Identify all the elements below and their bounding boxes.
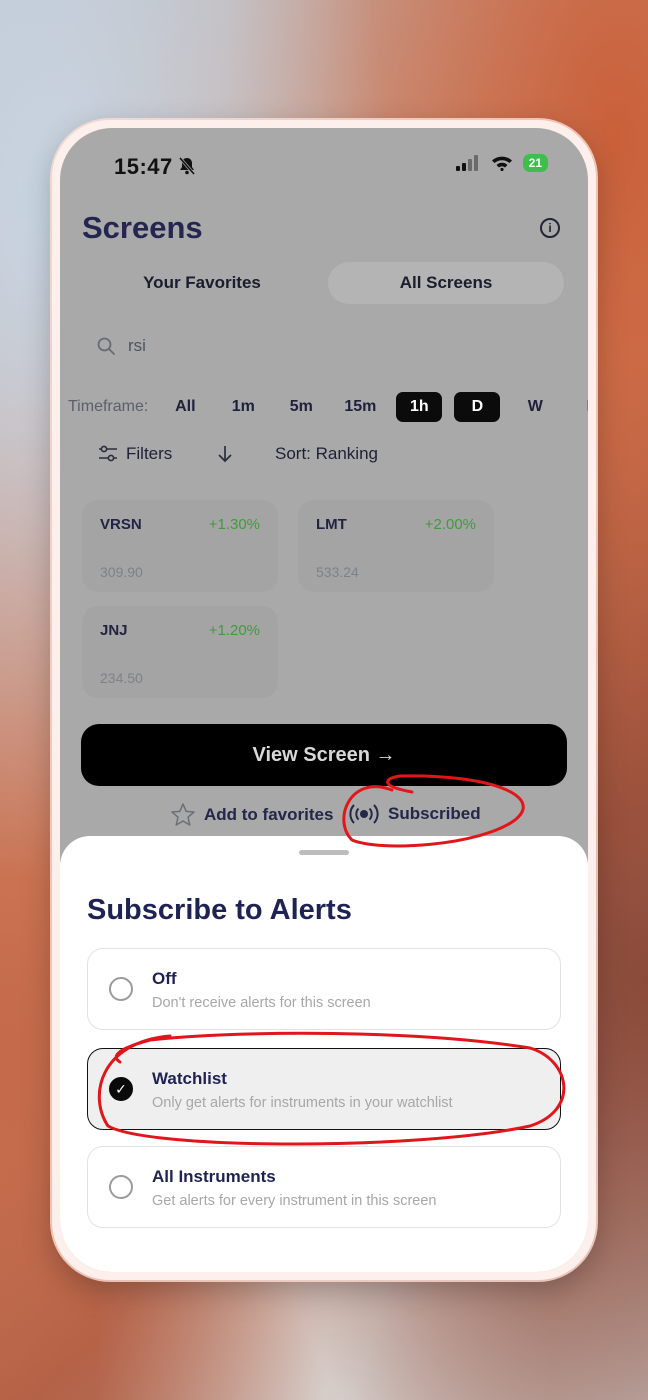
instrument-card[interactable]: VRSN +1.30% 309.90	[82, 500, 278, 592]
option-label: All Instruments	[152, 1167, 276, 1186]
star-icon	[171, 803, 195, 826]
instrument-symbol: VRSN	[100, 516, 142, 533]
option-description: Only get alerts for instruments in your …	[152, 1095, 453, 1111]
search-icon	[97, 337, 115, 355]
info-icon[interactable]: i	[540, 218, 560, 238]
sheet-title: Subscribe to Alerts	[87, 894, 352, 926]
timeframe-row: Timeframe: All 1m 5m 15m 1h D W M	[68, 392, 588, 422]
instrument-price: 234.50	[100, 670, 143, 686]
radio-button[interactable]	[109, 1175, 133, 1199]
instrument-price: 533.24	[316, 564, 359, 580]
timeframe-m[interactable]: M	[570, 392, 588, 422]
option-description: Don't receive alerts for this screen	[152, 995, 371, 1011]
instrument-card[interactable]: LMT +2.00% 533.24	[298, 500, 494, 592]
option-label: Watchlist	[152, 1069, 227, 1088]
timeframe-d[interactable]: D	[454, 392, 501, 422]
instrument-symbol: JNJ	[100, 622, 128, 639]
radio-button[interactable]	[109, 977, 133, 1001]
broadcast-icon	[349, 804, 379, 824]
check-icon[interactable]: ✓	[109, 1077, 133, 1101]
view-screen-button[interactable]: View Screen →	[81, 724, 567, 786]
timeframe-1m[interactable]: 1m	[220, 392, 266, 422]
instrument-card[interactable]: JNJ +1.20% 234.50	[82, 606, 278, 698]
battery-indicator: 21	[522, 154, 548, 172]
timeframe-all[interactable]: All	[162, 392, 208, 422]
timeframe-label: Timeframe:	[68, 398, 149, 415]
signal-icon	[455, 155, 478, 171]
phone-screen: 15:47 21 Screens i Your Favorites All Sc…	[60, 128, 588, 1272]
timeframe-1h[interactable]: 1h	[396, 392, 443, 422]
alert-option-off[interactable]: Off Don't receive alerts for this screen	[87, 948, 561, 1030]
instrument-price: 309.90	[100, 564, 143, 580]
wifi-icon	[491, 156, 512, 171]
filters-button[interactable]: Filters	[98, 444, 172, 464]
instrument-symbol: LMT	[316, 516, 347, 533]
status-time: 15:47	[114, 154, 173, 179]
bell-off-icon	[177, 156, 197, 181]
timeframe-15m[interactable]: 15m	[336, 392, 384, 422]
tab-your-favorites[interactable]: Your Favorites	[84, 262, 320, 304]
tab-all-screens[interactable]: All Screens	[328, 262, 564, 304]
sort-direction-icon[interactable]	[216, 444, 234, 469]
status-right: 21	[455, 154, 548, 172]
sheet-grabber[interactable]	[299, 850, 349, 855]
timeframe-5m[interactable]: 5m	[278, 392, 324, 422]
add-to-favorites-button[interactable]: Add to favorites	[170, 802, 333, 828]
option-description: Get alerts for every instrument in this …	[152, 1193, 437, 1209]
search-value: rsi	[128, 336, 146, 355]
instrument-change: +1.20%	[208, 622, 260, 639]
subscribed-button[interactable]: Subscribed	[348, 802, 481, 826]
sliders-icon	[99, 445, 117, 462]
timeframe-w[interactable]: W	[512, 392, 558, 422]
subscribe-alerts-sheet: Subscribe to Alerts Off Don't receive al…	[60, 836, 588, 1272]
alert-option-watchlist[interactable]: ✓ Watchlist Only get alerts for instrume…	[87, 1048, 561, 1130]
add-to-favorites-label: Add to favorites	[204, 805, 334, 824]
option-label: Off	[152, 969, 177, 988]
subscribed-label: Subscribed	[388, 804, 481, 823]
filters-label: Filters	[126, 444, 173, 463]
search-input[interactable]: rsi	[96, 336, 146, 356]
sort-button[interactable]: Sort: Ranking	[275, 444, 378, 464]
instrument-change: +1.30%	[208, 516, 260, 533]
instrument-change: +2.00%	[424, 516, 476, 533]
page-title: Screens	[82, 210, 203, 245]
alert-option-all-instruments[interactable]: All Instruments Get alerts for every ins…	[87, 1146, 561, 1228]
